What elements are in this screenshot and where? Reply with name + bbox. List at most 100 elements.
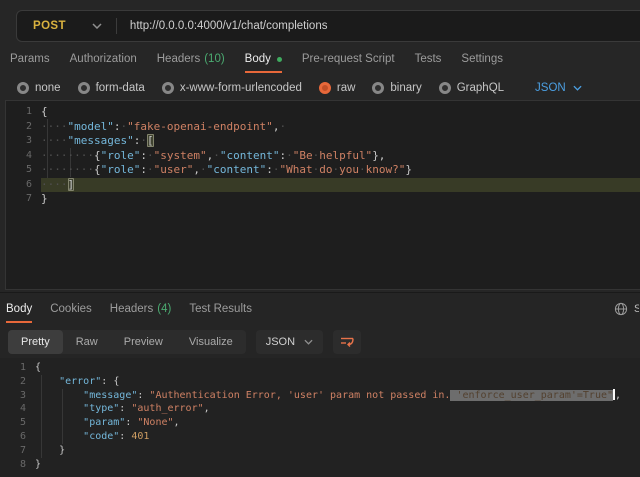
line-number: 6 (0, 430, 26, 444)
radio-icon (17, 82, 29, 94)
body-type-graphql[interactable]: GraphQL (439, 82, 504, 94)
line-number: 5 (0, 416, 26, 430)
wrap-text-icon (339, 335, 355, 349)
code-text: "code": 401 (35, 430, 640, 444)
line-number: 4 (6, 149, 32, 164)
line-number: 8 (0, 458, 26, 472)
tab-label: Body (245, 53, 271, 65)
radio-label: none (35, 82, 61, 94)
code-line[interactable]: 8} (0, 458, 640, 472)
line-number: 1 (6, 105, 32, 120)
code-line[interactable]: 7 } (0, 444, 640, 458)
tab-headers[interactable]: Headers(10) (157, 45, 225, 73)
body-type-x-www-form-urlencoded[interactable]: x-www-form-urlencoded (162, 82, 302, 94)
response-tab-test-results[interactable]: Test Results (189, 295, 252, 323)
code-line[interactable]: 6 "code": 401 (0, 430, 640, 444)
tab-label: Headers (157, 53, 200, 65)
tab-settings[interactable]: Settings (461, 45, 503, 73)
code-line[interactable]: 5 "param": "None", (0, 416, 640, 430)
tab-label: Headers (110, 303, 153, 315)
status-label-clipped: St (634, 303, 639, 315)
line-number: 5 (6, 163, 32, 178)
line-number: 4 (0, 402, 26, 416)
tab-tests[interactable]: Tests (415, 45, 442, 73)
postman-window: POST ParamsAuthorizationHeaders(10)BodyP… (0, 0, 640, 477)
url-input[interactable] (130, 20, 640, 32)
line-number: 3 (6, 134, 32, 149)
line-number: 1 (0, 361, 26, 375)
code-text: { (41, 105, 640, 120)
code-text: ····"model":·"fake-openai-endpoint",· (41, 120, 640, 135)
body-type-none[interactable]: none (17, 82, 61, 94)
code-line[interactable]: 1{ (6, 105, 640, 120)
response-language-select[interactable]: JSON (256, 330, 323, 354)
code-text: } (35, 444, 640, 458)
response-tab-headers[interactable]: Headers(4) (110, 295, 172, 323)
method-label: POST (33, 20, 66, 32)
code-text: ····"messages":·[ (41, 134, 640, 149)
radio-label: raw (337, 82, 356, 94)
radio-icon (372, 82, 384, 94)
radio-label: x-www-form-urlencoded (180, 82, 302, 94)
response-tab-body[interactable]: Body (6, 295, 32, 323)
view-raw[interactable]: Raw (63, 330, 111, 354)
view-preview[interactable]: Preview (111, 330, 176, 354)
chevron-down-icon (92, 23, 102, 29)
code-line[interactable]: 7} (6, 192, 640, 207)
request-tabs: Params Authorization Headers(10) Body Pre-re… (0, 45, 640, 73)
tab-label: Params (10, 53, 50, 65)
radio-label: form-data (96, 82, 145, 94)
view-pretty[interactable]: Pretty (8, 330, 63, 354)
view-visualize[interactable]: Visualize (176, 330, 246, 354)
code-text: ········{"role":·"user",·"content":·"Wha… (41, 163, 640, 178)
code-line[interactable]: 5 ········{"role":·"user",·"content":·"Wh… (6, 163, 640, 178)
unsaved-dot-icon (277, 57, 282, 62)
response-tabs-right: St (614, 295, 640, 323)
response-tab-cookies[interactable]: Cookies (50, 295, 92, 323)
tab-body[interactable]: Body (245, 45, 282, 73)
code-line[interactable]: 1{ (0, 361, 640, 375)
code-line[interactable]: 3 "message": "Authentication Error, 'use… (0, 389, 640, 403)
line-number: 6 (6, 178, 32, 193)
code-line[interactable]: 2 "error": { (0, 375, 640, 389)
tab-label: Pre-request Script (302, 53, 395, 65)
tab-params[interactable]: Params (10, 45, 50, 73)
line-number: 7 (0, 444, 26, 458)
tab-label: Cookies (50, 303, 92, 315)
code-line[interactable]: 4········{"role":·"system",·"content":·"… (6, 149, 640, 164)
request-language-select[interactable]: JSON (535, 82, 582, 94)
response-body-editor[interactable]: 1{2 "error": {3 "message": "Authenticati… (0, 358, 640, 477)
code-line[interactable]: 4 "type": "auth_error", (0, 402, 640, 416)
code-text: "param": "None", (35, 416, 640, 430)
response-view-switcher: PrettyRawPreviewVisualize (8, 330, 246, 354)
chevron-down-icon (573, 85, 582, 91)
code-text: ····] (41, 178, 640, 193)
code-text: } (41, 192, 640, 207)
response-tabs: Body Cookies Headers(4) Test Results (0, 295, 640, 323)
tab-pre-request-script[interactable]: Pre-request Script (302, 45, 395, 73)
line-number: 3 (0, 389, 26, 403)
body-type-raw[interactable]: raw (319, 82, 356, 94)
radio-icon (439, 82, 451, 94)
body-type-form-data[interactable]: form-data (78, 82, 145, 94)
code-line[interactable]: 2 ····"model":·"fake-openai-endpoint",· (6, 120, 640, 135)
tab-label: Body (6, 303, 32, 315)
wrap-text-button[interactable] (333, 330, 361, 354)
globe-icon[interactable] (614, 302, 628, 316)
line-number: 2 (6, 120, 32, 135)
method-selector[interactable]: POST (17, 11, 116, 41)
request-language-label: JSON (535, 82, 566, 94)
code-text: "type": "auth_error", (35, 402, 640, 416)
code-text: { (35, 361, 640, 375)
radio-label: GraphQL (457, 82, 504, 94)
response-language-label: JSON (266, 336, 295, 348)
code-text: "error": { (35, 375, 640, 389)
code-line[interactable]: 6 ····] (6, 178, 640, 193)
body-type-binary[interactable]: binary (372, 82, 421, 94)
request-body-editor[interactable]: 1{2····"model":·"fake-openai-endpoint",·… (5, 100, 640, 290)
tab-authorization[interactable]: Authorization (70, 45, 137, 73)
tab-label: Test Results (189, 303, 252, 315)
tab-label: Tests (415, 53, 442, 65)
radio-icon (162, 82, 174, 94)
code-line[interactable]: 3 ····"messages":·[ (6, 134, 640, 149)
